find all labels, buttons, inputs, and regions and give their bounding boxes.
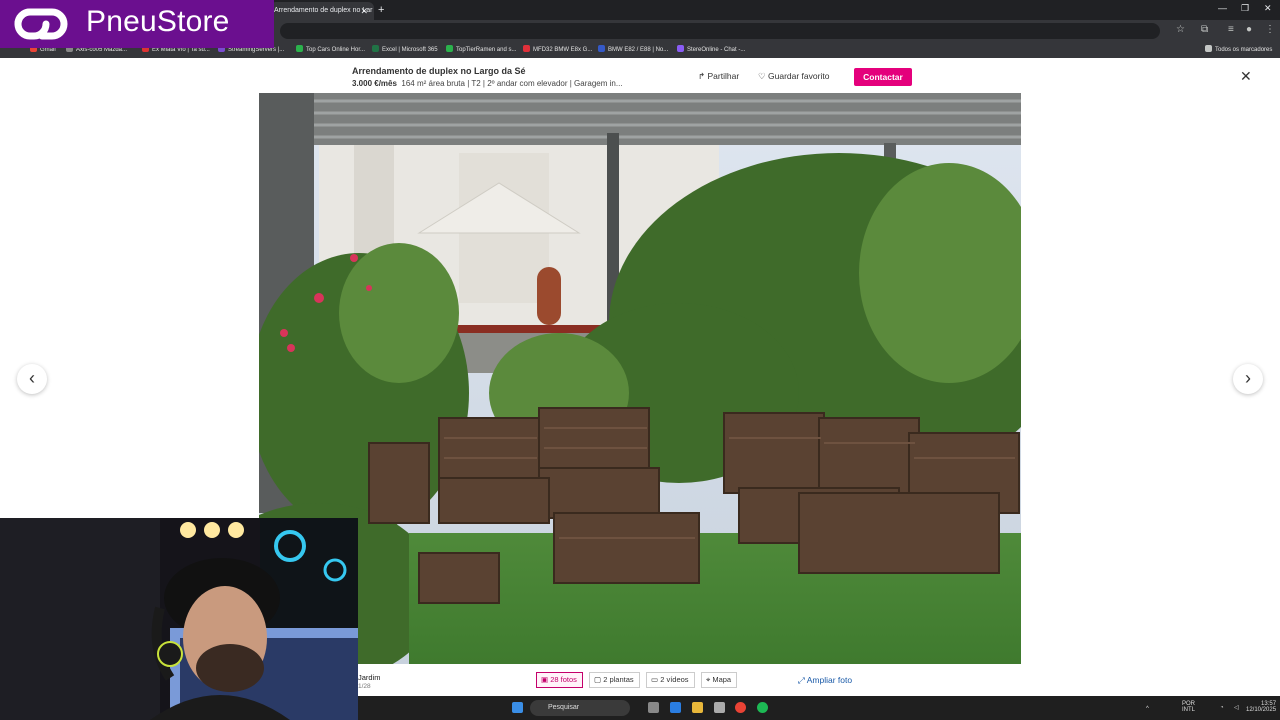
bookmark-star-icon[interactable]: ☆ [1176,24,1185,35]
all-bookmarks[interactable]: Todos os marcadores [1205,44,1272,56]
gallery-bottom-bar: Jardim 1/28 ▣ 28 fotos ▢ 2 plantas ▭ 2 v… [358,664,1280,696]
taskbar: Pesquisar ^ POR INTL ◔ ◁ 13:57 12/10/2025 [358,696,1280,720]
close-icon[interactable]: ✕ [1240,68,1252,85]
map-pin-icon: ⌖ [706,675,711,684]
expand-icon: ⤢ [798,675,805,685]
media-icon[interactable]: ≡ [1228,24,1234,35]
share-button[interactable]: ↱ Partilhar [698,71,739,82]
bookmark-item[interactable]: MFD32 BMW E8x G... [523,44,592,56]
tab-close-icon[interactable]: ✕ [360,2,368,20]
webcam-overlay [0,518,358,720]
brand-name: PneuStore [86,5,230,38]
task-view-icon[interactable] [648,702,659,713]
window-close-icon[interactable]: ✕ [1264,3,1272,14]
image-icon: ▣ [541,675,549,684]
heart-icon: ♡ [758,71,766,81]
bookmark-item[interactable]: Top Cars Online Hor... [296,44,365,56]
chrome-icon[interactable] [735,702,746,713]
tray-chevron-icon[interactable]: ^ [1146,706,1149,712]
browser-tab[interactable]: Arrendamento de duplex no Lar ✕ [270,2,374,20]
gallery-photo[interactable] [259,93,1021,664]
minimize-icon[interactable]: — [1218,3,1227,13]
menu-icon[interactable]: ⋮ [1265,24,1275,35]
clock[interactable]: 13:57 12/10/2025 [1246,701,1276,713]
listing-details: 164 m² área bruta | T2 | 2º andar com el… [401,79,623,88]
taskbar-search[interactable]: Pesquisar [530,700,630,716]
floorplan-icon: ▢ [594,675,602,684]
language-indicator[interactable]: POR INTL [1182,701,1195,713]
video-icon: ▭ [651,675,659,684]
new-tab-button[interactable]: + [378,2,384,18]
listing-header: Arrendamento de duplex no Largo da Sé 3.… [0,60,1280,93]
bookmark-item[interactable]: StereOnline - Chat -... [677,44,745,56]
address-bar[interactable] [280,23,1160,39]
tab-floorplans[interactable]: ▢ 2 plantas [589,672,640,688]
garden-terrace-photo [259,93,1021,664]
maximize-icon[interactable]: ❐ [1241,3,1249,14]
edge-icon[interactable] [670,702,681,713]
bookmark-item[interactable]: BMW E82 / E88 | No... [598,44,668,56]
streamer-webcam-image [0,518,358,720]
favorite-button[interactable]: ♡ Guardar favorito [758,71,829,82]
contact-button[interactable]: Contactar [854,68,912,86]
chevron-left-icon: ‹ [29,368,35,388]
tab-title: Arrendamento de duplex no Lar [274,7,373,14]
expand-photo-button[interactable]: ⤢ Ampliar foto [798,675,852,686]
tab-photos[interactable]: ▣ 28 fotos [536,672,583,688]
listing-meta: 3.000 €/mês 164 m² área bruta | T2 | 2º … [352,79,623,88]
photo-counter: 1/28 [358,683,371,690]
next-photo-button[interactable]: › [1233,364,1263,394]
spotify-icon[interactable] [757,702,768,713]
pneustore-logo-icon [14,8,68,40]
windows-start-icon[interactable] [512,702,523,713]
wifi-icon[interactable]: ◔ [1220,705,1224,711]
listing-price: 3.000 €/mês [352,79,397,88]
tab-map[interactable]: ⌖ Mapa [701,672,738,688]
prev-photo-button[interactable]: ‹ [17,364,47,394]
brand-overlay: PneuStore [0,0,274,48]
photo-caption: Jardim [358,673,381,682]
listing-title: Arrendamento de duplex no Largo da Sé [352,66,526,76]
bookmark-item[interactable]: TopTierRamen and s... [446,44,516,56]
volume-icon[interactable]: ◁ [1234,705,1239,711]
share-icon: ↱ [698,71,706,81]
tab-videos[interactable]: ▭ 2 vídeos [646,672,695,688]
extensions-icon[interactable]: ⧉ [1201,24,1208,35]
bookmark-item[interactable]: Excel | Microsoft 365 [372,44,438,56]
chevron-right-icon: › [1245,368,1251,388]
store-icon[interactable] [714,702,725,713]
file-explorer-icon[interactable] [692,702,703,713]
profile-icon[interactable]: ● [1246,24,1252,35]
